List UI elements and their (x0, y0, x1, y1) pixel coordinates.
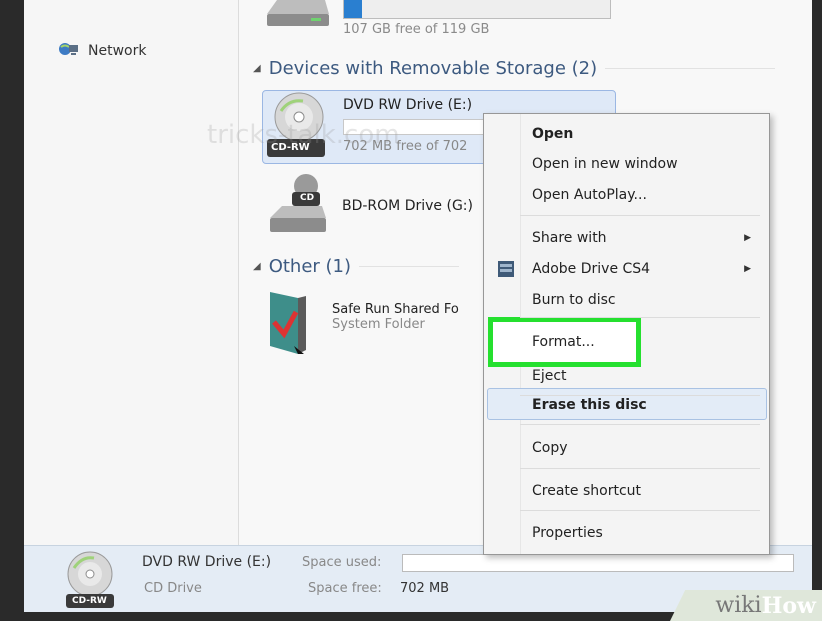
menu-item-label: Create shortcut (532, 483, 642, 499)
drive-capacity-bar (343, 0, 611, 19)
item-name: Safe Run Shared Fo (332, 302, 459, 317)
drive-free-space: 107 GB free of 119 GB (343, 22, 490, 37)
context-menu: Open Open in new window Open AutoPlay...… (483, 113, 770, 555)
space-free-label: Space free: (308, 581, 382, 596)
group-divider (605, 68, 776, 69)
submenu-arrow-icon: ▶ (744, 264, 751, 274)
group-header-other[interactable]: ◢ Other (1) (253, 256, 460, 277)
menu-separator (520, 510, 760, 511)
adobe-drive-icon (498, 261, 514, 277)
menu-item-format[interactable]: Format... (484, 328, 769, 356)
menu-separator (520, 215, 760, 216)
menu-item-label: Copy (532, 440, 568, 456)
watermark-text: tricks-talk.com (207, 120, 400, 150)
details-drive-type: CD Drive (144, 581, 202, 596)
menu-item-open-new-window[interactable]: Open in new window (484, 150, 769, 178)
menu-item-copy[interactable]: Copy (484, 434, 769, 462)
details-drive-icon: CD-RW (60, 550, 120, 610)
group-title: Other (1) (268, 256, 352, 277)
navigation-pane: Network (24, 0, 239, 545)
space-free-value: 702 MB (400, 581, 450, 596)
drive-name: DVD RW Drive (E:) (343, 97, 473, 113)
menu-item-label: Properties (532, 525, 603, 541)
photo-frame-right (812, 0, 822, 621)
menu-item-label: Burn to disc (532, 292, 616, 308)
drive-name: BD-ROM Drive (G:) (342, 198, 473, 214)
menu-item-open-autoplay[interactable]: Open AutoPlay... (484, 181, 769, 209)
menu-item-create-shortcut[interactable]: Create shortcut (484, 477, 769, 505)
menu-item-label: Open AutoPlay... (532, 187, 647, 203)
menu-item-properties[interactable]: Properties (484, 519, 769, 547)
wikihow-logo: wiki How (670, 590, 822, 621)
screenshot-stage: Network 107 GB free of 119 GB ◢ Devices … (0, 0, 822, 621)
drive-badge: CD (300, 193, 315, 203)
system-folder-icon (264, 288, 320, 360)
drive-badge: CD-RW (72, 596, 107, 606)
menu-separator (520, 424, 760, 425)
menu-item-label: Open in new window (532, 156, 678, 172)
menu-separator (520, 317, 760, 318)
logo-how-text: How (761, 592, 816, 619)
menu-item-erase-disc[interactable]: Erase this disc (484, 391, 769, 419)
group-title: Devices with Removable Storage (2) (268, 58, 598, 79)
nav-item-network[interactable]: Network (58, 40, 146, 62)
item-type: System Folder (332, 317, 425, 332)
space-used-bar (402, 554, 794, 572)
photo-frame-left (0, 0, 24, 621)
menu-item-label: Erase this disc (532, 397, 647, 413)
bd-drive-icon: CD (266, 172, 330, 238)
menu-item-adobe-drive[interactable]: Adobe Drive CS4 ▶ (484, 255, 769, 283)
menu-item-share-with[interactable]: Share with ▶ (484, 224, 769, 252)
nav-item-label: Network (88, 43, 147, 59)
menu-item-open[interactable]: Open (484, 120, 769, 148)
drive-capacity-fill (344, 0, 362, 18)
group-header-removable[interactable]: ◢ Devices with Removable Storage (2) (253, 58, 776, 79)
collapse-triangle-icon: ◢ (253, 261, 261, 272)
menu-item-label: Open (532, 126, 574, 142)
menu-item-label: Format... (532, 334, 595, 350)
space-used-label: Space used: (302, 555, 382, 570)
network-icon (58, 40, 80, 62)
logo-wiki-text: wiki (715, 593, 762, 618)
menu-item-burn-to-disc[interactable]: Burn to disc (484, 286, 769, 314)
collapse-triangle-icon: ◢ (253, 63, 261, 74)
menu-item-label: Eject (532, 368, 567, 384)
details-drive-name: DVD RW Drive (E:) (142, 554, 272, 570)
hard-drive-icon (263, 0, 333, 28)
menu-separator (520, 468, 760, 469)
menu-item-eject[interactable]: Eject (484, 362, 769, 390)
submenu-arrow-icon: ▶ (744, 233, 751, 243)
menu-item-label: Adobe Drive CS4 (532, 261, 651, 277)
group-divider (359, 266, 460, 267)
menu-item-label: Share with (532, 230, 607, 246)
